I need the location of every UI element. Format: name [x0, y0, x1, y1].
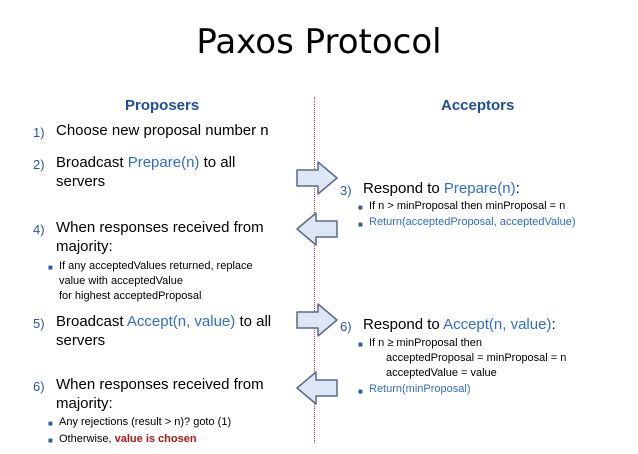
arrow-left-icon	[296, 371, 338, 405]
arrows-layer	[296, 161, 338, 405]
arrow-right-icon	[296, 161, 338, 195]
arrow-right-icon	[296, 303, 338, 337]
arrow-left-icon	[296, 212, 338, 246]
